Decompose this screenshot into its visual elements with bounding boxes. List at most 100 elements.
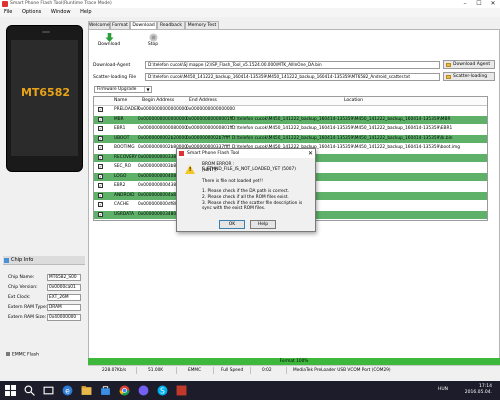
download-label: Download: [97, 42, 121, 47]
store-icon[interactable]: [100, 385, 111, 396]
phone-image: MT6582: [6, 25, 83, 172]
row-begin-address: 0x0000000000080000: [138, 126, 188, 131]
dialog-close-button[interactable]: ✕: [308, 150, 313, 157]
row-checkbox[interactable]: ✓: [98, 173, 103, 179]
status-separator: [136, 367, 137, 374]
menu-help[interactable]: Help: [76, 8, 95, 17]
row-checkbox[interactable]: ✓: [98, 135, 103, 141]
row-name: BOOTIMG: [114, 145, 135, 150]
minimize-button[interactable]: –: [458, 0, 472, 8]
status-separator: [250, 367, 251, 374]
dialog-line-1: There is file not loaded yet!!: [202, 179, 264, 184]
table-header: Name Begin Address End Address Location: [94, 97, 487, 106]
flash-tool-icon[interactable]: [176, 385, 187, 396]
row-end-address: 0x0000000002b7ffff: [186, 135, 230, 141]
error-dialog: Smart Phone Flash Tool ✕ ! BROM ERROR : …: [176, 148, 316, 232]
ext-clock-label: Ext Clock:: [8, 295, 31, 300]
scatter-loading-button[interactable]: Scatter-loading: [443, 72, 495, 81]
row-checkbox[interactable]: ✓: [98, 154, 103, 160]
taskbar-clock[interactable]: 17:14 2016.05.04.: [465, 384, 492, 396]
row-checkbox[interactable]: ✓: [98, 126, 103, 131]
dialog-line-3: 2. Please check if all the ROM files exi…: [202, 195, 289, 200]
chip-info-title: Chip Info: [11, 257, 34, 263]
table-row[interactable]: ✓ UBOOT 0x0000000002b20000 0x0000000002b7ff…: [94, 134, 487, 143]
menu-file[interactable]: File: [0, 8, 16, 17]
scatter-file-field[interactable]: D:\telefon cucok\M450_141222_backup_1604…: [145, 73, 440, 81]
download-agent-field[interactable]: D:\telefon cucok\SJ mappe (2)\SP_Flash_T…: [145, 61, 440, 69]
search-icon[interactable]: [24, 385, 35, 396]
menu-options[interactable]: Options: [18, 8, 45, 17]
app-icon: [179, 151, 184, 156]
chrome-icon[interactable]: [119, 385, 130, 396]
row-checkbox[interactable]: ✓: [98, 183, 103, 188]
folder-icon: [446, 75, 451, 79]
maximize-button[interactable]: ☐: [472, 0, 486, 8]
row-name: CACHE: [114, 202, 129, 207]
row-checkbox[interactable]: ✓: [98, 116, 103, 122]
tab-welcome[interactable]: Welcome: [88, 21, 110, 29]
row-location: D:\telefon cucok\M450_141222_backup_1604…: [232, 126, 453, 131]
row-begin-address: 0x0000000002b20000: [138, 135, 188, 141]
viber-icon[interactable]: [138, 385, 149, 396]
skype-icon[interactable]: S: [157, 385, 168, 396]
row-name: PRELOADER: [114, 107, 140, 112]
table-row[interactable]: ✓ PRELOADER 0x0000000000000000 0x0000000000…: [94, 106, 487, 114]
row-location: D:\telefon cucok\M450_141222_backup_1604…: [232, 135, 453, 141]
title-bar: Smart Phone Flash Tool(Runtime Trace Mod…: [0, 0, 500, 8]
row-checkbox[interactable]: ✓: [98, 107, 103, 112]
row-begin-address: 0x0000000000000000: [138, 107, 188, 112]
emmc-flash-section[interactable]: EMMC Flash: [6, 352, 76, 360]
emmc-flash-label: EMMC Flash: [12, 352, 39, 358]
row-checkbox[interactable]: ✓: [98, 202, 103, 207]
row-checkbox[interactable]: ✓: [98, 164, 103, 169]
header-name: Name: [114, 98, 128, 103]
chevron-down-icon: ▼: [144, 87, 151, 92]
dialog-title: Smart Phone Flash Tool: [187, 151, 240, 156]
stop-label: Stop: [147, 42, 159, 47]
row-checkbox[interactable]: ✓: [98, 145, 103, 150]
ok-button[interactable]: OK: [219, 220, 245, 229]
stop-button[interactable]: Stop: [139, 33, 167, 51]
file-explorer-icon[interactable]: [81, 385, 92, 396]
tab-memory-test[interactable]: Memory Test: [185, 21, 219, 29]
chip-name-value: MT6582_S00: [47, 274, 81, 281]
ext-clock-value: EXT_26M: [47, 294, 81, 301]
row-name: EBR1: [114, 126, 126, 131]
header-end: End Address: [189, 98, 217, 103]
menu-window[interactable]: Window: [47, 8, 75, 17]
menu-bar: File Options Window Help: [0, 8, 500, 17]
row-checkbox[interactable]: ✓: [98, 192, 103, 198]
row-name: USRDATA: [114, 211, 134, 217]
status-separator: [286, 367, 287, 374]
chip-version-label: Chip Version:: [8, 285, 38, 290]
tab-format[interactable]: Format: [110, 21, 130, 29]
download-agent-button[interactable]: Download Agent: [443, 60, 495, 69]
svg-text:S: S: [160, 386, 165, 395]
mode-select[interactable]: Firmware Upgrade ▼: [94, 86, 152, 93]
row-name: UBOOT: [114, 135, 130, 141]
table-row[interactable]: ✓ MBR 0x0000000000000000 0x00000000000001ff…: [94, 115, 487, 124]
chip-version-value: 0x0000ca01: [47, 284, 81, 291]
download-agent-button-label: Download Agent: [453, 62, 491, 67]
dialog-line-4: 3. Please check if the scatter file desc…: [202, 201, 303, 211]
edge-icon[interactable]: e: [62, 385, 73, 396]
help-button[interactable]: Help: [250, 220, 276, 229]
windows-start-icon[interactable]: [5, 385, 16, 396]
close-button[interactable]: ✕: [486, 0, 500, 8]
language-indicator[interactable]: HUN: [438, 387, 448, 392]
row-checkbox[interactable]: ✓: [98, 211, 103, 217]
progress-bar: Format 100%: [88, 358, 500, 365]
row-location: D:\telefon cucok\M450_141222_backup_1604…: [232, 116, 451, 122]
download-button[interactable]: Download: [95, 33, 123, 51]
row-name: LOGO: [114, 173, 127, 179]
ram-size-label: Extern RAM Size:: [8, 315, 47, 320]
mode-select-value: Firmware Upgrade: [97, 87, 137, 92]
row-name: RECOVERY: [114, 154, 137, 160]
chip-info-header[interactable]: Chip Info: [3, 256, 85, 265]
svg-text:e: e: [65, 386, 70, 395]
row-end-address: 0x00000000000001ff: [186, 116, 233, 122]
table-row[interactable]: ✓ EBR1 0x0000000000080000 0x00000000000801f…: [94, 125, 487, 133]
task-view-icon[interactable]: [43, 385, 54, 396]
tab-readback[interactable]: Readback: [157, 21, 185, 29]
row-end-address: 0x0000000000000000: [186, 107, 236, 112]
